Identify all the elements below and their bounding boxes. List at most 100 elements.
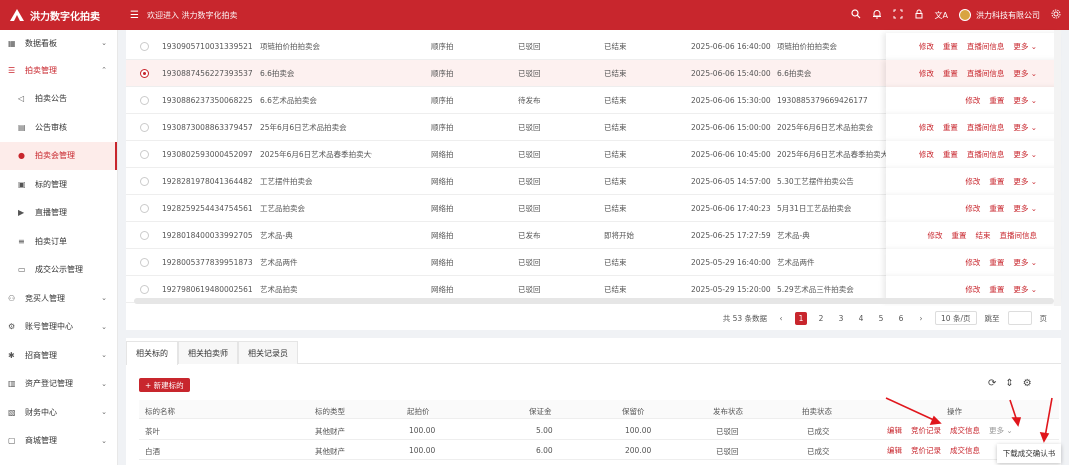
company-name[interactable]: 洪力科技有限公司: [976, 10, 1040, 21]
sidebar-item-business[interactable]: ✱ 招商管理 ⌄: [0, 341, 117, 370]
lot-op-link[interactable]: 竞价记录: [911, 425, 941, 436]
sidebar-item-deal-notice[interactable]: ▭ 成交公示管理: [0, 256, 117, 285]
row-op-link[interactable]: 修改: [919, 41, 934, 52]
row-op-link[interactable]: 重置: [952, 230, 967, 241]
row-op-link[interactable]: 更多 ⌄: [1013, 284, 1037, 295]
row-radio[interactable]: [140, 230, 149, 240]
table-row[interactable]: 1930887456227393537 6.6拍卖会 顺序拍 已驳回 已结束 2025-0…: [126, 59, 1061, 87]
row-radio[interactable]: [140, 176, 149, 186]
page-number[interactable]: 6: [895, 312, 907, 325]
row-op-link[interactable]: 修改: [965, 95, 980, 106]
horizontal-scrollbar[interactable]: [134, 298, 1054, 304]
sidebar-item-accounts[interactable]: ⚙ 账号管理中心 ⌄: [0, 313, 117, 342]
row-op-link[interactable]: 重置: [943, 68, 958, 79]
row-radio[interactable]: [140, 257, 149, 267]
translate-icon[interactable]: 文A: [935, 10, 948, 21]
row-op-link[interactable]: 直播间信息: [967, 41, 1005, 52]
row-op-link[interactable]: 直播间信息: [967, 68, 1005, 79]
sidebar-item-notice-audit[interactable]: ▤ 公告审核: [0, 113, 117, 142]
row-op-link[interactable]: 修改: [928, 230, 943, 241]
menu-toggle-icon[interactable]: ☰: [130, 10, 139, 21]
row-op-link[interactable]: 重置: [989, 257, 1004, 268]
row-radio[interactable]: [140, 203, 149, 213]
row-radio[interactable]: [140, 149, 149, 159]
bell-icon[interactable]: [872, 9, 882, 22]
page-number[interactable]: 3: [835, 312, 847, 325]
row-op-link[interactable]: 修改: [965, 257, 980, 268]
table-row[interactable]: 1928005377839951873 艺术品两件 网络拍 已驳回 已结束 2025-05…: [126, 248, 1061, 276]
tab-related-lots[interactable]: 相关标的: [126, 341, 178, 365]
lot-op-link[interactable]: 编辑: [887, 445, 902, 456]
row-op-link[interactable]: 更多 ⌄: [1013, 41, 1037, 52]
row-op-link[interactable]: 更多 ⌄: [1013, 68, 1037, 79]
row-op-link[interactable]: 重置: [989, 95, 1004, 106]
row-op-link[interactable]: 直播间信息: [1000, 230, 1038, 241]
row-op-link[interactable]: 更多 ⌄: [1013, 176, 1037, 187]
row-op-link[interactable]: 更多 ⌄: [1013, 122, 1037, 133]
row-op-link[interactable]: 结束: [976, 230, 991, 241]
lot-row[interactable]: 白酒 其他财产 100.00 6.00 200.00 已驳回 已成交 编辑 竞价记录 成交信息: [139, 440, 1059, 460]
prev-page-button[interactable]: ‹: [775, 312, 787, 325]
sidebar-item-lot-management[interactable]: ▣ 标的管理: [0, 170, 117, 199]
new-lot-button[interactable]: + 新建标的: [139, 378, 190, 392]
gear-icon[interactable]: [1051, 9, 1061, 22]
row-radio[interactable]: [140, 284, 149, 294]
row-op-link[interactable]: 修改: [919, 149, 934, 160]
page-number[interactable]: 4: [855, 312, 867, 325]
table-row[interactable]: 1928281978041364482 工艺摆件拍卖会 网络拍 已驳回 已结束 2025-…: [126, 167, 1061, 195]
row-op-link[interactable]: 重置: [989, 176, 1004, 187]
row-op-link[interactable]: 重置: [943, 122, 958, 133]
lot-op-link[interactable]: 更多 ⌄: [989, 425, 1013, 436]
page-number[interactable]: 1: [795, 311, 808, 325]
row-op-link[interactable]: 直播间信息: [967, 122, 1005, 133]
table-row[interactable]: 1930905710031339521 项链拍价拍拍卖会 顺序拍 已驳回 已结束 2025…: [126, 32, 1061, 60]
sidebar-item-assets[interactable]: ▥ 资产登记管理 ⌄: [0, 370, 117, 399]
page-number[interactable]: 5: [875, 312, 887, 325]
row-op-link[interactable]: 修改: [919, 68, 934, 79]
page-size-select[interactable]: 10 条/页: [935, 311, 977, 325]
table-row[interactable]: 1930873008863379457 25年6月6日艺术品拍卖会 顺序拍 已驳回 已结…: [126, 113, 1061, 141]
row-op-link[interactable]: 修改: [965, 284, 980, 295]
fullscreen-icon[interactable]: [893, 9, 903, 22]
row-op-link[interactable]: 重置: [943, 41, 958, 52]
row-radio[interactable]: [140, 68, 149, 78]
tab-related-recorders[interactable]: 相关记录员: [238, 341, 298, 364]
row-op-link[interactable]: 更多 ⌄: [1013, 203, 1037, 214]
row-op-link[interactable]: 更多 ⌄: [1013, 149, 1037, 160]
sidebar-item-orders[interactable]: ≡ 拍卖订单: [0, 227, 117, 256]
tab-related-auctioneers[interactable]: 相关拍卖师: [178, 341, 238, 364]
jump-input[interactable]: [1007, 311, 1032, 325]
logo[interactable]: 洪力数字化拍卖: [0, 8, 118, 23]
download-confirmation-menu-item[interactable]: 下载成交确认书: [997, 444, 1061, 463]
row-op-link[interactable]: 更多 ⌄: [1013, 95, 1037, 106]
lot-op-link[interactable]: 成交信息: [950, 425, 980, 436]
sidebar-item-dashboard[interactable]: ▦ 数据看板 ⌄: [0, 30, 117, 56]
sidebar-item-live[interactable]: ▶ 直播管理: [0, 199, 117, 228]
column-height-icon[interactable]: ⇕: [1005, 378, 1013, 389]
row-op-link[interactable]: 重置: [989, 203, 1004, 214]
lot-row[interactable]: 茶叶 其他财产 100.00 5.00 100.00 已驳回 已成交 编辑 竞价记录 成交信息 更多…: [139, 420, 1059, 440]
table-row[interactable]: 1928018400033992705 艺术品-典 网络拍 已发布 即将开始 2025-0…: [126, 221, 1061, 249]
sidebar-item-auction-management[interactable]: ☰ 拍卖管理 ⌃: [0, 56, 117, 85]
lock-icon[interactable]: [914, 9, 924, 22]
row-op-link[interactable]: 修改: [919, 122, 934, 133]
table-row[interactable]: 1930802593000452097 2025年6月6日艺术品春季拍卖大会 网络拍…: [126, 140, 1061, 168]
row-radio[interactable]: [140, 41, 149, 51]
search-icon[interactable]: [850, 8, 861, 22]
lot-op-link[interactable]: 成交信息: [950, 445, 980, 456]
lot-op-link[interactable]: 编辑: [887, 425, 902, 436]
sidebar-item-shop[interactable]: ▢ 商城管理 ⌄: [0, 427, 117, 456]
settings-icon[interactable]: ⚙: [1023, 378, 1032, 389]
sidebar-item-bidders[interactable]: ⚇ 竞买人管理 ⌄: [0, 284, 117, 313]
vertical-scrollbar[interactable]: [1054, 30, 1061, 330]
sidebar-item-finance[interactable]: ▧ 财务中心 ⌄: [0, 398, 117, 427]
table-row[interactable]: 1930886237350068225 6.6艺术品拍卖会 顺序拍 待发布 已结束 202…: [126, 86, 1061, 114]
refresh-icon[interactable]: ⟳: [988, 378, 996, 389]
row-radio[interactable]: [140, 122, 149, 132]
row-radio[interactable]: [140, 95, 149, 105]
page-number[interactable]: 2: [815, 312, 827, 325]
sidebar-item-auction-session[interactable]: ● 拍卖会管理: [0, 141, 117, 170]
sidebar-item-auction-notice[interactable]: ◁ 拍卖公告: [0, 85, 117, 114]
row-op-link[interactable]: 修改: [965, 176, 980, 187]
row-op-link[interactable]: 重置: [943, 149, 958, 160]
